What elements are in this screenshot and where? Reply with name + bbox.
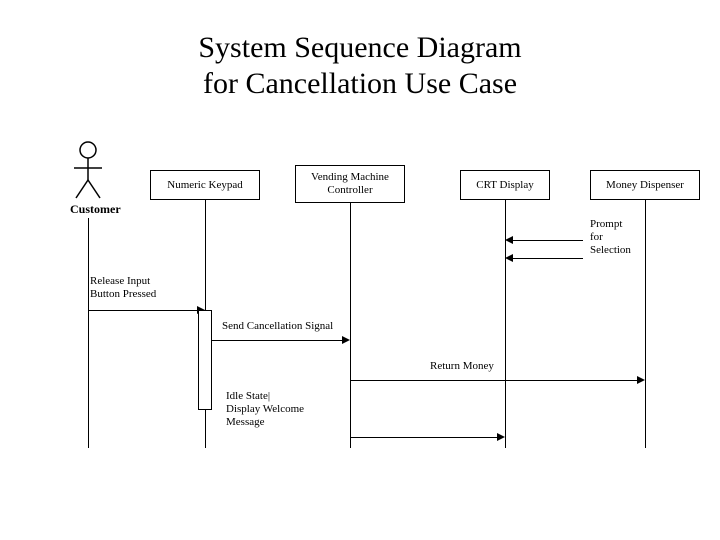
participant-numeric-keypad: Numeric Keypad — [150, 170, 260, 200]
arrow-head-prompt — [505, 236, 513, 244]
arrow-return-money — [350, 380, 637, 381]
arrow-head-idle-state — [497, 433, 505, 441]
note-idle-state: Idle State| Display Welcome Message — [226, 390, 304, 430]
lifeline-dispenser — [645, 200, 646, 448]
diagram-title: System Sequence Diagram for Cancellation… — [0, 30, 720, 102]
arrow-head-return-money — [637, 376, 645, 384]
note-prompt-for-selection: Prompt for Selection — [590, 218, 631, 258]
actor-customer: Customer — [70, 140, 121, 217]
lifeline-controller — [350, 203, 351, 448]
msg-return-money: Return Money — [430, 360, 494, 372]
arrow-release-input — [88, 310, 197, 311]
arrow-send-cancel — [212, 340, 342, 341]
arrow-head-send-cancel — [342, 336, 350, 344]
participant-money-dispenser: Money Dispenser — [590, 170, 700, 200]
note-release-input: Release Input Button Pressed — [90, 275, 156, 301]
activation-keypad — [198, 310, 212, 410]
arrow-prompt-2 — [513, 258, 583, 259]
participant-crt-display: CRT Display — [460, 170, 550, 200]
arrow-idle-state — [350, 437, 497, 438]
stick-figure-icon — [70, 140, 106, 200]
actor-label: Customer — [70, 202, 121, 217]
lifeline-customer — [88, 218, 89, 448]
arrow-prompt — [513, 240, 583, 241]
arrow-head-prompt-2 — [505, 254, 513, 262]
participant-vending-controller: Vending Machine Controller — [295, 165, 405, 203]
msg-send-cancellation: Send Cancellation Signal — [222, 320, 333, 332]
